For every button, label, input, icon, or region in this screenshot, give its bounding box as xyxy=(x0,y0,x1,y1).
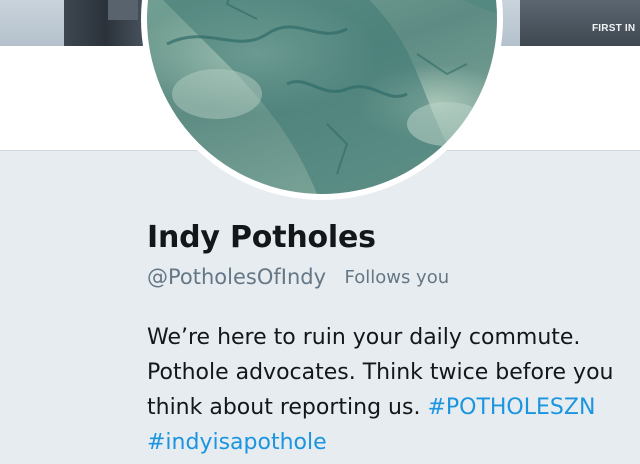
bio-line: think about reporting us. #POTHOLESZN xyxy=(147,390,627,425)
avatar-image xyxy=(147,0,497,194)
follows-you-badge: Follows you xyxy=(344,267,450,288)
profile-avatar[interactable] xyxy=(141,0,503,200)
bio-line-text: think about reporting us. xyxy=(147,395,421,420)
avatar-pothole-texture xyxy=(163,0,497,194)
banner-building-sign: FIRST IN xyxy=(592,23,636,34)
bio-line: #indyisapothole xyxy=(147,425,627,460)
banner-building-left-top xyxy=(108,0,138,20)
hashtag-link-indyisapothole[interactable]: #indyisapothole xyxy=(147,430,327,455)
profile-bio: We’re here to ruin your daily commute. P… xyxy=(147,320,627,460)
bio-line: Pothole advocates. Think twice before yo… xyxy=(147,360,614,385)
profile-handle-row: @PotholesOfIndy Follows you xyxy=(147,265,449,289)
profile-handle[interactable]: @PotholesOfIndy xyxy=(147,265,326,289)
hashtag-link-potholeszn[interactable]: #POTHOLESZN xyxy=(427,395,595,420)
profile-name: Indy Potholes xyxy=(147,220,376,255)
bio-line: We’re here to ruin your daily commute. xyxy=(147,325,581,350)
